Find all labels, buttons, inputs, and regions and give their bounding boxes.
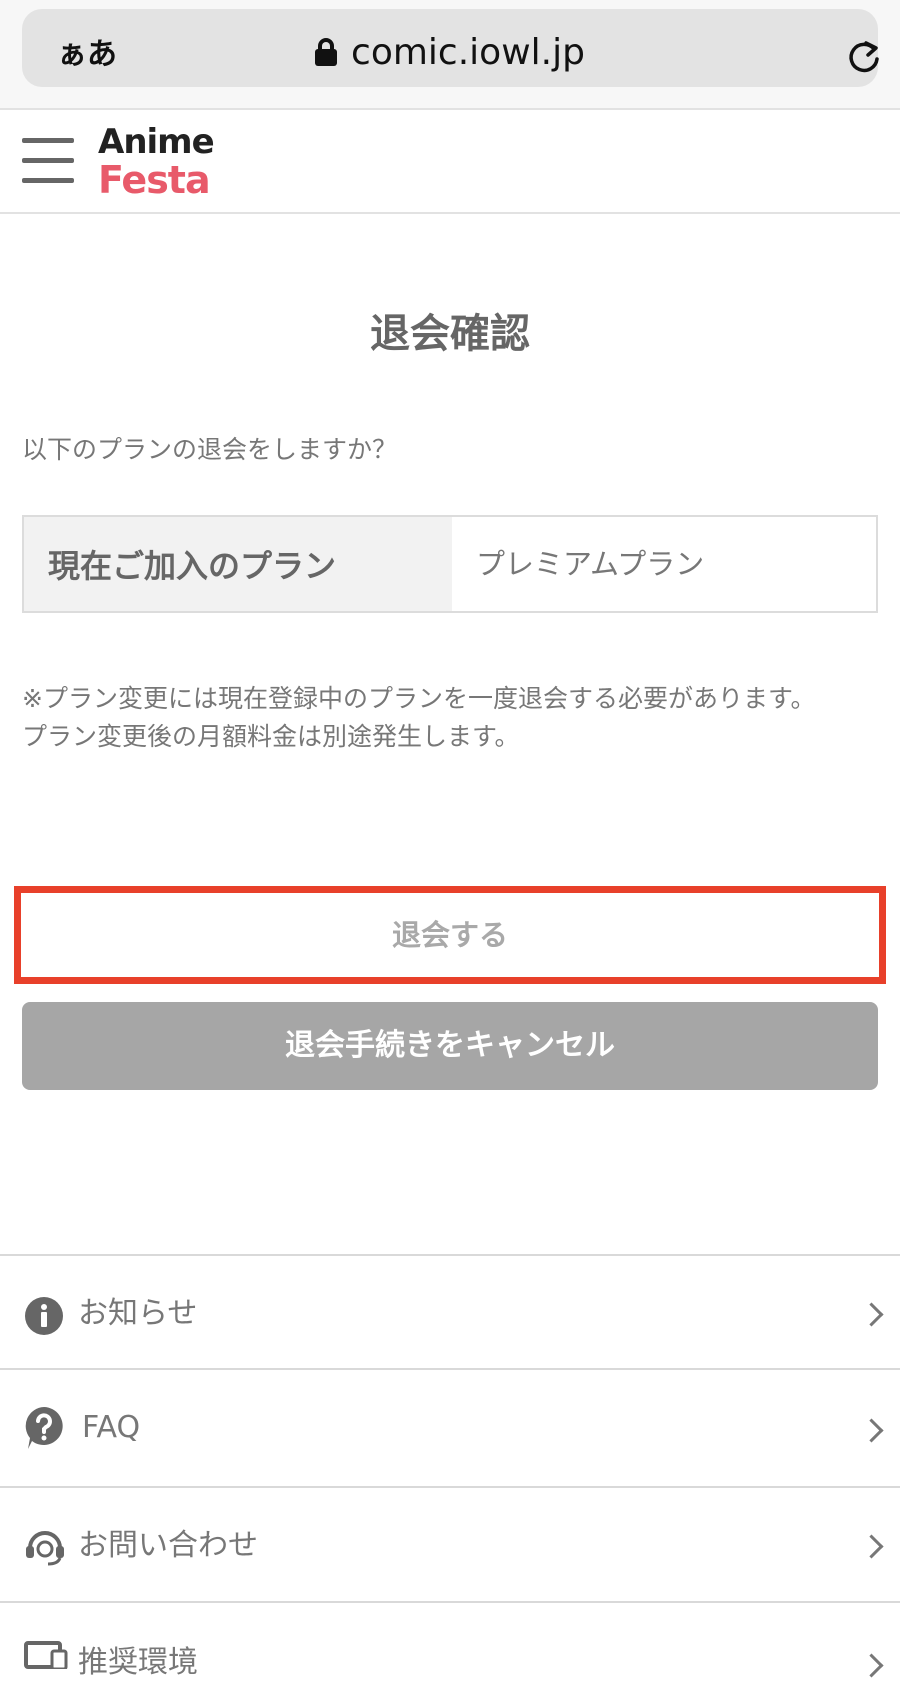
current-plan-header: 現在ご加入のプラン [24, 517, 452, 611]
logo-line-2: Festa [98, 158, 211, 202]
chevron-right-icon [859, 1534, 884, 1559]
chevron-right-icon [859, 1418, 884, 1443]
address-bar[interactable]: ぁあ comic.iowl.jp [22, 9, 879, 87]
current-plan-value: プレミアムプラン [476, 547, 705, 581]
chevron-right-icon [859, 1653, 884, 1678]
anime-festa-logo[interactable]: Anime Festa [98, 124, 228, 204]
menu-item-news[interactable]: お知らせ [0, 1254, 900, 1368]
chevron-right-icon [859, 1302, 884, 1327]
note-line-1: ※プラン変更には現在登録中のプランを一度退会する必要があります。 [22, 684, 816, 713]
support-icon [26, 1531, 64, 1566]
hamburger-menu-icon[interactable] [22, 138, 74, 184]
note-line-2: プラン変更後の月額料金は別途発生します。 [22, 722, 520, 751]
question-icon [25, 1407, 63, 1449]
lock-icon [315, 38, 338, 66]
plan-change-note: ※プラン変更には現在登録中のプランを一度退会する必要があります。 プラン変更後の… [22, 680, 882, 756]
menu-item-contact[interactable]: お問い合わせ [0, 1486, 900, 1601]
info-icon [25, 1297, 63, 1335]
menu-item-label: 推奨環境 [78, 1645, 198, 1680]
logo-line-1: Anime [98, 122, 215, 162]
withdraw-button[interactable]: 退会する [24, 894, 876, 976]
menu-item-label: お問い合わせ [78, 1528, 258, 1563]
cancel-withdrawal-button[interactable]: 退会手続きをキャンセル [22, 1002, 878, 1090]
menu-item-label: お知らせ [78, 1296, 198, 1331]
menu-item-faq[interactable]: FAQ [0, 1368, 900, 1486]
footer-menu: お知らせ FAQ お問い合わせ 推奨環境 [0, 1254, 900, 1681]
confirm-question: 以下のプランの退会をしますか？ [22, 435, 398, 464]
url-text[interactable]: comic.iowl.jp [351, 32, 585, 73]
current-plan-table: 現在ご加入のプラン プレミアムプラン [22, 515, 878, 613]
menu-item-label: FAQ [82, 1410, 141, 1445]
page-title: 退会確認 [370, 311, 530, 357]
menu-item-environment[interactable]: 推奨環境 [0, 1601, 900, 1681]
reload-icon[interactable] [844, 37, 884, 77]
device-icon [24, 1641, 68, 1669]
browser-toolbar: ぁあ comic.iowl.jp [0, 0, 900, 110]
site-header: Anime Festa [0, 110, 900, 214]
